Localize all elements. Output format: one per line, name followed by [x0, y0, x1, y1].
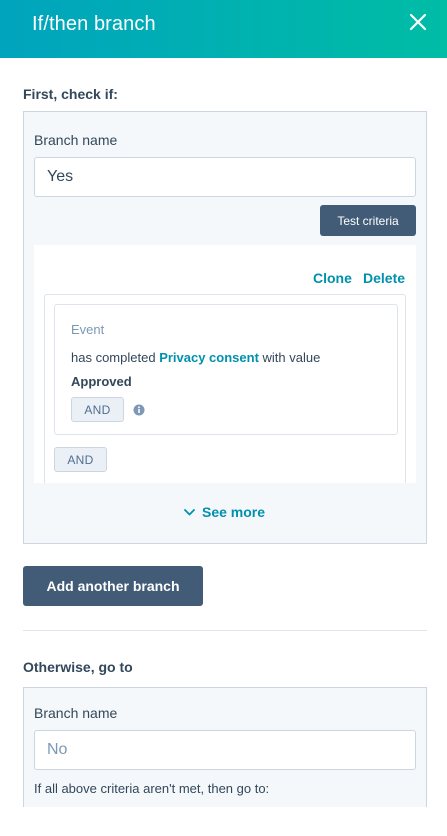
panel-header: If/then branch: [0, 0, 447, 58]
filter-type: Event: [71, 322, 105, 337]
see-more-label: See more: [202, 504, 266, 520]
clone-link[interactable]: Clone: [313, 270, 352, 286]
delete-link[interactable]: Delete: [363, 270, 405, 286]
filter-value: Approved: [71, 374, 132, 389]
branch-name-input[interactable]: [34, 157, 416, 197]
close-icon[interactable]: [407, 11, 429, 33]
add-branch-button[interactable]: Add another branch: [23, 566, 203, 606]
filter-property: Privacy consent: [159, 350, 259, 365]
otherwise-branch-name-input[interactable]: [34, 730, 416, 770]
test-criteria-button[interactable]: Test criteria: [320, 205, 416, 236]
filter-group: Event has completed Privacy consent with…: [44, 294, 406, 483]
and-button-filter[interactable]: AND: [71, 397, 124, 422]
chevron-down-icon: [184, 508, 195, 515]
filter-text-suffix: with value: [262, 350, 321, 365]
otherwise-label: Otherwise, go to: [23, 659, 133, 675]
see-more-link[interactable]: See more: [184, 504, 265, 520]
filter-description: has completed Privacy consent with value: [71, 350, 320, 365]
panel-title: If/then branch: [32, 13, 156, 35]
and-button-group[interactable]: AND: [54, 447, 107, 472]
otherwise-help-text: If all above criteria aren't met, then g…: [34, 781, 270, 796]
branch-card: Branch name Test criteria Clone Delete E…: [23, 111, 427, 544]
info-icon[interactable]: [133, 404, 145, 416]
otherwise-card: Branch name If all above criteria aren't…: [23, 687, 427, 807]
first-check-label: First, check if:: [23, 86, 118, 102]
branch-name-label: Branch name: [34, 132, 118, 148]
filter-item[interactable]: Event has completed Privacy consent with…: [54, 304, 398, 435]
section-divider: [23, 630, 427, 631]
otherwise-branch-name-label: Branch name: [34, 705, 118, 721]
criteria-box: Clone Delete Event has completed Privacy…: [34, 245, 416, 483]
filter-text-prefix: has completed: [71, 350, 156, 365]
